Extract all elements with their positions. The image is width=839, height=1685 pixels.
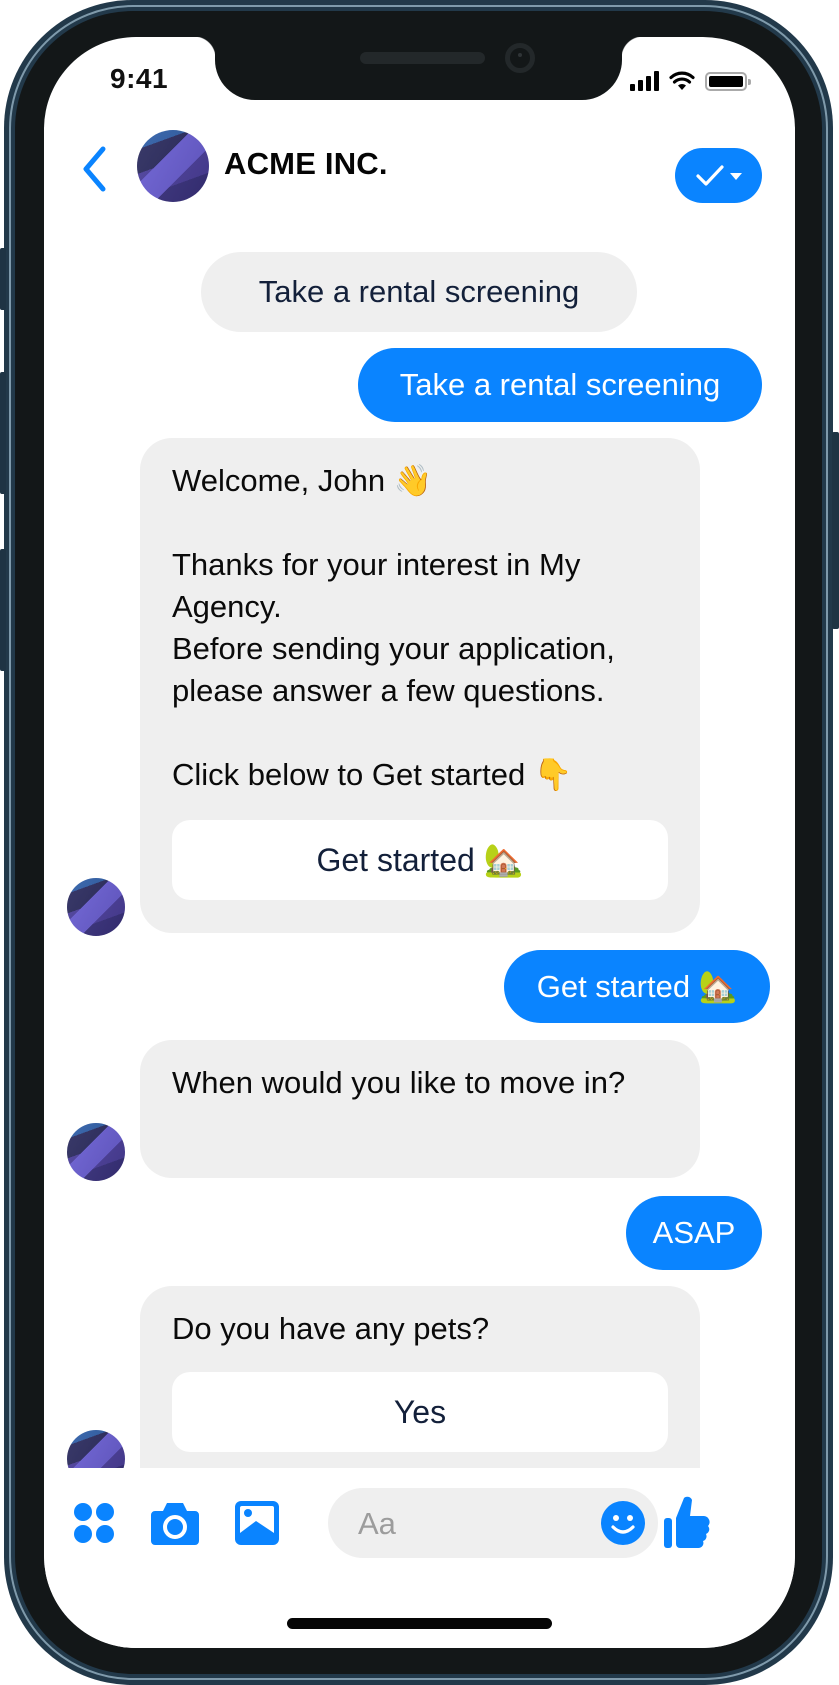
- bot-avatar: [67, 1123, 125, 1181]
- outgoing-message: ASAP: [626, 1196, 762, 1270]
- yes-button[interactable]: Yes: [172, 1372, 668, 1452]
- incoming-message: Welcome, John 👋 Thanks for your interest…: [140, 438, 700, 933]
- conversation-title[interactable]: ACME INC.: [224, 146, 388, 182]
- volume-up-button: [0, 372, 6, 494]
- system-message-text: Take a rental screening: [258, 274, 580, 309]
- battery-icon: [705, 71, 751, 91]
- incoming-message-text: Do you have any pets?: [172, 1311, 490, 1346]
- thumbs-up-icon[interactable]: [662, 1494, 712, 1550]
- bot-avatar: [67, 878, 125, 936]
- front-camera: [505, 43, 535, 73]
- notch: [194, 37, 643, 100]
- outgoing-message: Take a rental screening: [358, 348, 762, 422]
- volume-down-button: [0, 549, 6, 671]
- bot-avatar: [67, 1430, 125, 1468]
- outgoing-message: Get started 🏡: [504, 950, 770, 1023]
- back-button[interactable]: [76, 143, 116, 195]
- outgoing-message-text: ASAP: [652, 1215, 736, 1250]
- incoming-message: When would you like to move in?: [140, 1040, 700, 1178]
- outgoing-message-text: Get started 🏡: [536, 969, 738, 1004]
- caret-down-icon: [729, 172, 742, 180]
- system-message: Take a rental screening: [201, 252, 637, 332]
- incoming-message-text: When would you like to move in?: [172, 1065, 626, 1100]
- emoji-icon[interactable]: [600, 1500, 646, 1546]
- company-avatar[interactable]: [137, 130, 209, 202]
- incoming-message-text: Welcome, John 👋 Thanks for your interest…: [172, 463, 615, 792]
- home-indicator[interactable]: [287, 1618, 552, 1629]
- gallery-icon[interactable]: [234, 1500, 280, 1546]
- status-dropdown-button[interactable]: [675, 148, 762, 203]
- status-time: 9:41: [110, 63, 169, 94]
- power-button: [832, 432, 839, 629]
- camera-icon[interactable]: [149, 1501, 201, 1547]
- message-input[interactable]: [356, 1488, 580, 1560]
- get-started-button[interactable]: Get started 🏡: [172, 820, 668, 900]
- message-list[interactable]: Take a rental screening Take a rental sc…: [44, 37, 795, 1468]
- incoming-message: Do you have any pets? Yes: [140, 1286, 700, 1468]
- message-input-container[interactable]: [328, 1488, 658, 1560]
- outgoing-message-text: Take a rental screening: [399, 367, 721, 402]
- screen: Take a rental screening Take a rental sc…: [44, 37, 795, 1648]
- chevron-left-icon: [83, 146, 106, 192]
- speaker-grille: [360, 52, 485, 64]
- cellular-signal-icon: [630, 71, 659, 91]
- checkmark-icon: [695, 164, 724, 186]
- silent-switch: [0, 248, 6, 310]
- status-icons: [630, 69, 751, 93]
- wifi-icon: [669, 71, 695, 90]
- apps-grid-icon[interactable]: [72, 1501, 116, 1545]
